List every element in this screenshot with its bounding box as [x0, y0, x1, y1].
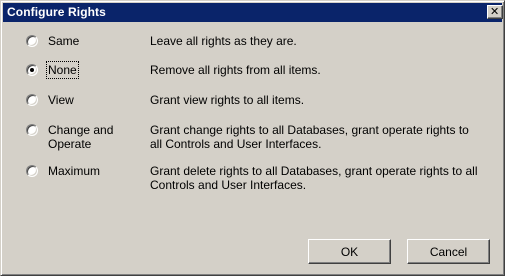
radio-view[interactable]: [26, 94, 38, 106]
radio-maximum[interactable]: [26, 165, 38, 177]
option-description-change-and-operate: Grant change rights to all Databases, gr…: [150, 123, 469, 151]
title-bar[interactable]: Configure Rights ✕: [3, 3, 503, 22]
option-label-change-and-operate[interactable]: Change and Operate: [48, 123, 134, 151]
cancel-button[interactable]: Cancel: [407, 239, 490, 264]
option-description-none: Remove all rights from all items.: [150, 63, 321, 77]
ok-button[interactable]: OK: [308, 239, 391, 264]
option-description-maximum: Grant delete rights to all Databases, gr…: [150, 164, 478, 192]
radio-same[interactable]: [26, 35, 38, 47]
close-icon: ✕: [490, 5, 500, 18]
option-label-view[interactable]: View: [48, 93, 74, 107]
radio-none[interactable]: [26, 64, 38, 76]
option-label-none[interactable]: None: [46, 61, 79, 79]
option-description-same: Leave all rights as they are.: [150, 34, 297, 48]
radio-change-and-operate[interactable]: [26, 124, 38, 136]
close-button[interactable]: ✕: [487, 5, 503, 19]
window-title: Configure Rights: [7, 5, 106, 19]
option-description-view: Grant view rights to all items.: [150, 93, 305, 107]
option-label-same[interactable]: Same: [48, 34, 79, 48]
configure-rights-dialog: Configure Rights ✕ Same Leave all rights…: [0, 0, 505, 276]
option-label-maximum[interactable]: Maximum: [48, 164, 100, 178]
